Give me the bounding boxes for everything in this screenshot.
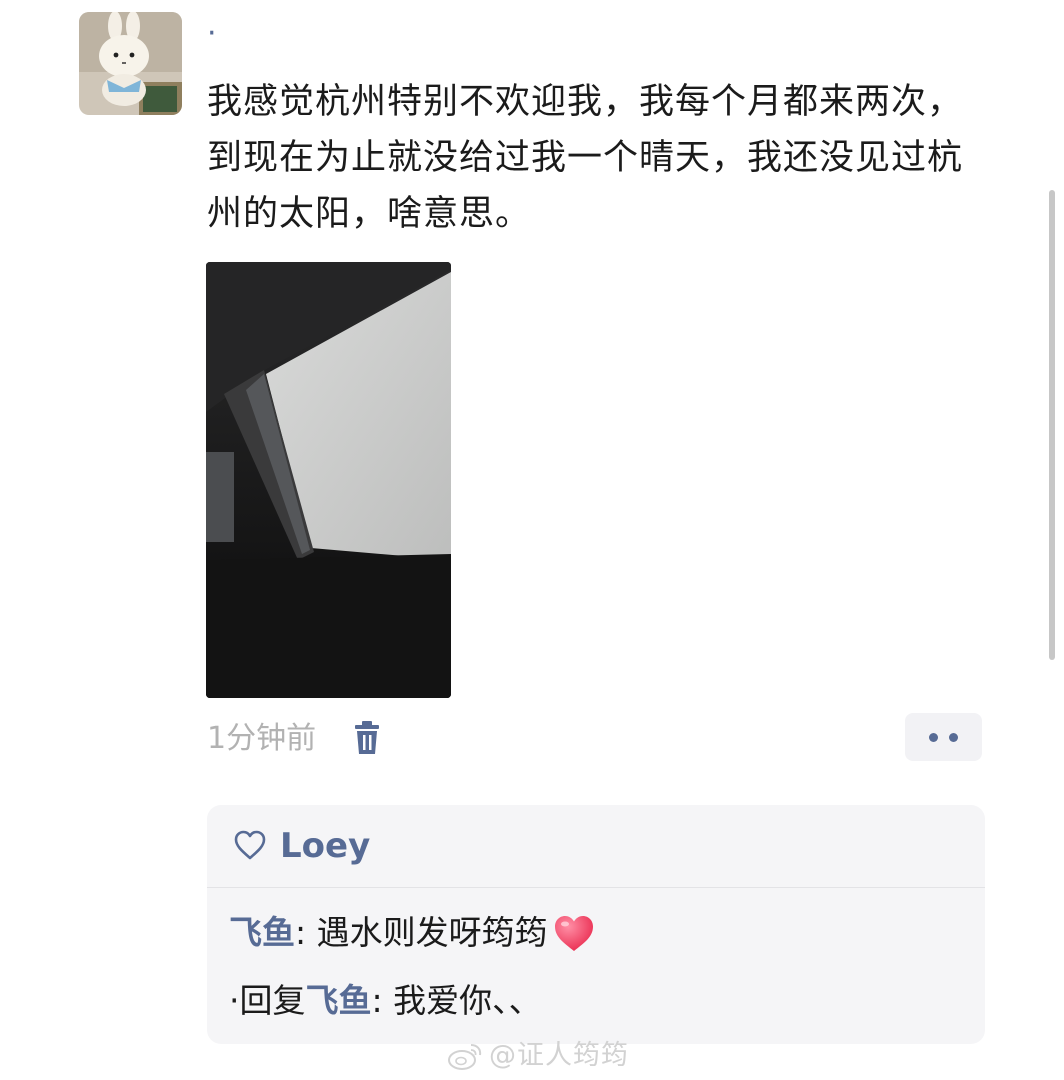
reply-label: ·回复 [229,981,306,1020]
trash-icon[interactable] [350,720,384,756]
reply-comment[interactable]: ·回复飞鱼: 我爱你、、 [229,977,542,1025]
likes-row: Loey [207,805,985,888]
more-dot [929,732,938,742]
avatar[interactable] [79,12,182,115]
post-text: 我感觉杭州特别不欢迎我，我每个月都来两次，到现在为止就没给过我一个晴天，我还没见… [207,82,964,234]
watermark: @证人筠筠 [447,1036,629,1076]
car-window-photo [206,262,451,698]
interaction-panel: Loey 飞鱼: 遇水则发呀筠筠 ·回复飞鱼: 我爱你、、 [207,805,985,1044]
like-user-name[interactable]: Loey [280,823,370,869]
red-heart-emoji [554,916,593,951]
post-author-name[interactable]: · [207,14,217,54]
reply-target[interactable]: 飞鱼 [306,981,372,1020]
comment[interactable]: 飞鱼: 遇水则发呀筠筠 [229,909,596,957]
watermark-text: @证人筠筠 [489,1040,629,1071]
heart-outline-icon [234,830,266,860]
more-dots-icon[interactable] [905,713,982,761]
comment-text: 遇水则发呀筠筠 [316,913,548,952]
comment-author[interactable]: 飞鱼 [229,913,295,952]
post-photo[interactable] [206,262,451,698]
post-time: 1分钟前 [207,721,317,756]
comment-separator: : [371,981,394,1020]
comment-separator: : [295,913,317,952]
weibo-icon [448,1044,482,1070]
comment-text: 我爱你、、 [393,981,542,1020]
scrollbar[interactable] [1049,190,1055,660]
avatar-image [79,12,182,115]
more-dot [949,732,958,742]
